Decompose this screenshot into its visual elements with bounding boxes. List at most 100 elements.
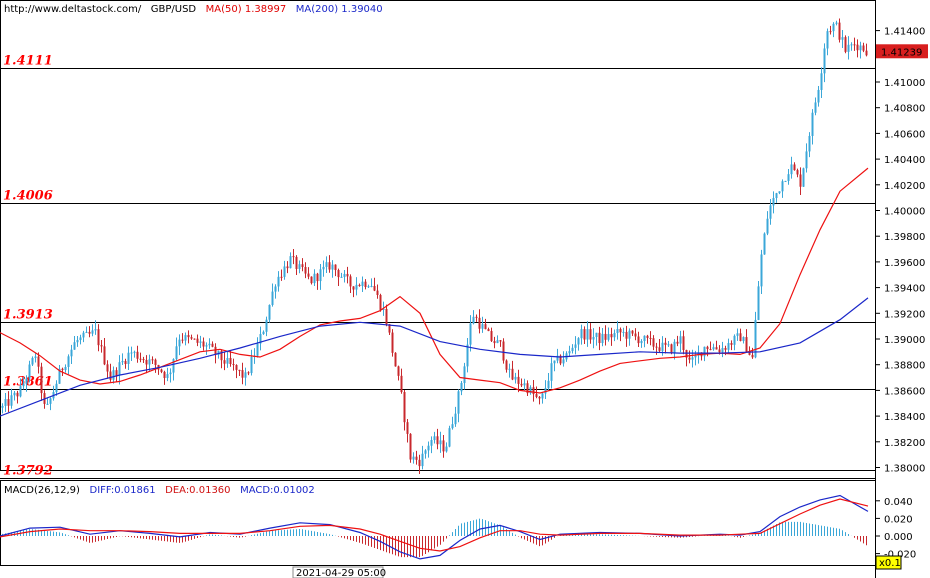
candle-body bbox=[823, 48, 826, 74]
candle-body bbox=[349, 276, 352, 287]
candle-body bbox=[355, 284, 358, 290]
candle-body bbox=[277, 276, 280, 287]
candle-body bbox=[328, 262, 331, 270]
price-tick-label: 1.39800 bbox=[884, 232, 925, 243]
candle-body bbox=[655, 346, 658, 348]
price-tick-label: 1.39600 bbox=[884, 258, 925, 269]
candle-body bbox=[352, 286, 355, 290]
candle-body bbox=[391, 332, 394, 353]
candle-body bbox=[799, 174, 802, 187]
candle-body bbox=[25, 378, 28, 384]
candle-body bbox=[121, 361, 124, 363]
ma200-line bbox=[0, 297, 869, 417]
candle-body bbox=[268, 304, 271, 320]
candle-body bbox=[193, 338, 196, 340]
candle-body bbox=[475, 316, 478, 318]
candle-body bbox=[802, 168, 805, 187]
candle-body bbox=[250, 356, 253, 374]
macd-histogram bbox=[2, 518, 867, 558]
candle-body bbox=[763, 233, 766, 255]
candle-body bbox=[811, 112, 814, 136]
candle-body bbox=[13, 392, 16, 396]
candle-body bbox=[370, 285, 373, 287]
candle-body bbox=[661, 342, 664, 351]
candle-body bbox=[274, 286, 277, 292]
price-tick-label: 1.39400 bbox=[884, 284, 925, 295]
candle-body bbox=[130, 352, 133, 354]
candle-body bbox=[604, 333, 607, 340]
candle-body bbox=[676, 341, 679, 344]
candle-body bbox=[358, 284, 361, 287]
candle-body bbox=[106, 364, 109, 372]
candle-body bbox=[520, 383, 523, 386]
candle-body bbox=[4, 399, 7, 406]
candle-body bbox=[385, 308, 388, 325]
candle-body bbox=[856, 44, 859, 51]
candle-body bbox=[61, 368, 64, 371]
price-tick-label: 1.39200 bbox=[884, 309, 925, 320]
candle-body bbox=[100, 345, 103, 347]
candle-body bbox=[196, 338, 199, 343]
candle-body bbox=[301, 264, 304, 267]
candle-body bbox=[97, 329, 100, 346]
candle-body bbox=[340, 276, 343, 278]
candle-body bbox=[67, 356, 70, 367]
candle-body bbox=[547, 380, 550, 389]
candle-body bbox=[262, 331, 265, 335]
candle-body bbox=[403, 392, 406, 423]
candle-body bbox=[679, 336, 682, 344]
candle-body bbox=[568, 351, 571, 354]
candle-body bbox=[859, 45, 862, 51]
candle-body bbox=[481, 324, 484, 329]
level-label: 1.4006 bbox=[3, 189, 53, 204]
ma200-value: 1.39040 bbox=[338, 4, 383, 15]
candle-body bbox=[706, 346, 709, 350]
price-tick-label: 1.40200 bbox=[884, 181, 925, 192]
candle-body bbox=[829, 31, 832, 33]
candle-body bbox=[769, 205, 772, 219]
macd-tick-label: 0.040 bbox=[884, 497, 913, 508]
candle-body bbox=[778, 191, 781, 194]
candle-body bbox=[313, 273, 316, 284]
candle-body bbox=[103, 346, 106, 365]
candle-body bbox=[460, 383, 463, 392]
candle-body bbox=[712, 347, 715, 350]
price-tick-label: 1.38200 bbox=[884, 438, 925, 449]
candle-body bbox=[508, 368, 511, 370]
candle-body bbox=[634, 333, 637, 337]
candle-body bbox=[451, 424, 454, 429]
candle-body bbox=[244, 372, 247, 378]
candle-body bbox=[373, 285, 376, 291]
diff-line bbox=[0, 494, 869, 560]
candle-body bbox=[784, 180, 787, 182]
candle-body bbox=[751, 354, 754, 358]
level-label: 1.3913 bbox=[3, 308, 53, 323]
candle-body bbox=[775, 193, 778, 199]
candle-body bbox=[484, 324, 487, 330]
candle-body bbox=[583, 329, 586, 340]
candle-body bbox=[31, 357, 34, 365]
candle-body bbox=[472, 316, 475, 324]
candle-body bbox=[79, 337, 82, 341]
candle-body bbox=[154, 359, 157, 365]
candle-body bbox=[649, 337, 652, 339]
candle-body bbox=[226, 357, 229, 364]
candle-body bbox=[619, 328, 622, 333]
candle-body bbox=[613, 333, 616, 338]
candle-body bbox=[598, 332, 601, 344]
candle-body bbox=[469, 323, 472, 345]
current-price-label: 1.41239 bbox=[881, 47, 922, 58]
candle-body bbox=[127, 352, 130, 364]
candle-body bbox=[862, 45, 865, 51]
candle-body bbox=[616, 328, 619, 334]
candle-body bbox=[511, 368, 514, 380]
candle-body bbox=[205, 345, 208, 347]
candle-body bbox=[247, 372, 250, 374]
candle-body bbox=[187, 335, 190, 338]
candle-body bbox=[412, 456, 415, 460]
candle-body bbox=[91, 330, 94, 334]
candle-body bbox=[163, 371, 166, 378]
candle-body bbox=[73, 342, 76, 350]
level-label: 1.3792 bbox=[3, 464, 53, 479]
candle-body bbox=[346, 273, 349, 277]
